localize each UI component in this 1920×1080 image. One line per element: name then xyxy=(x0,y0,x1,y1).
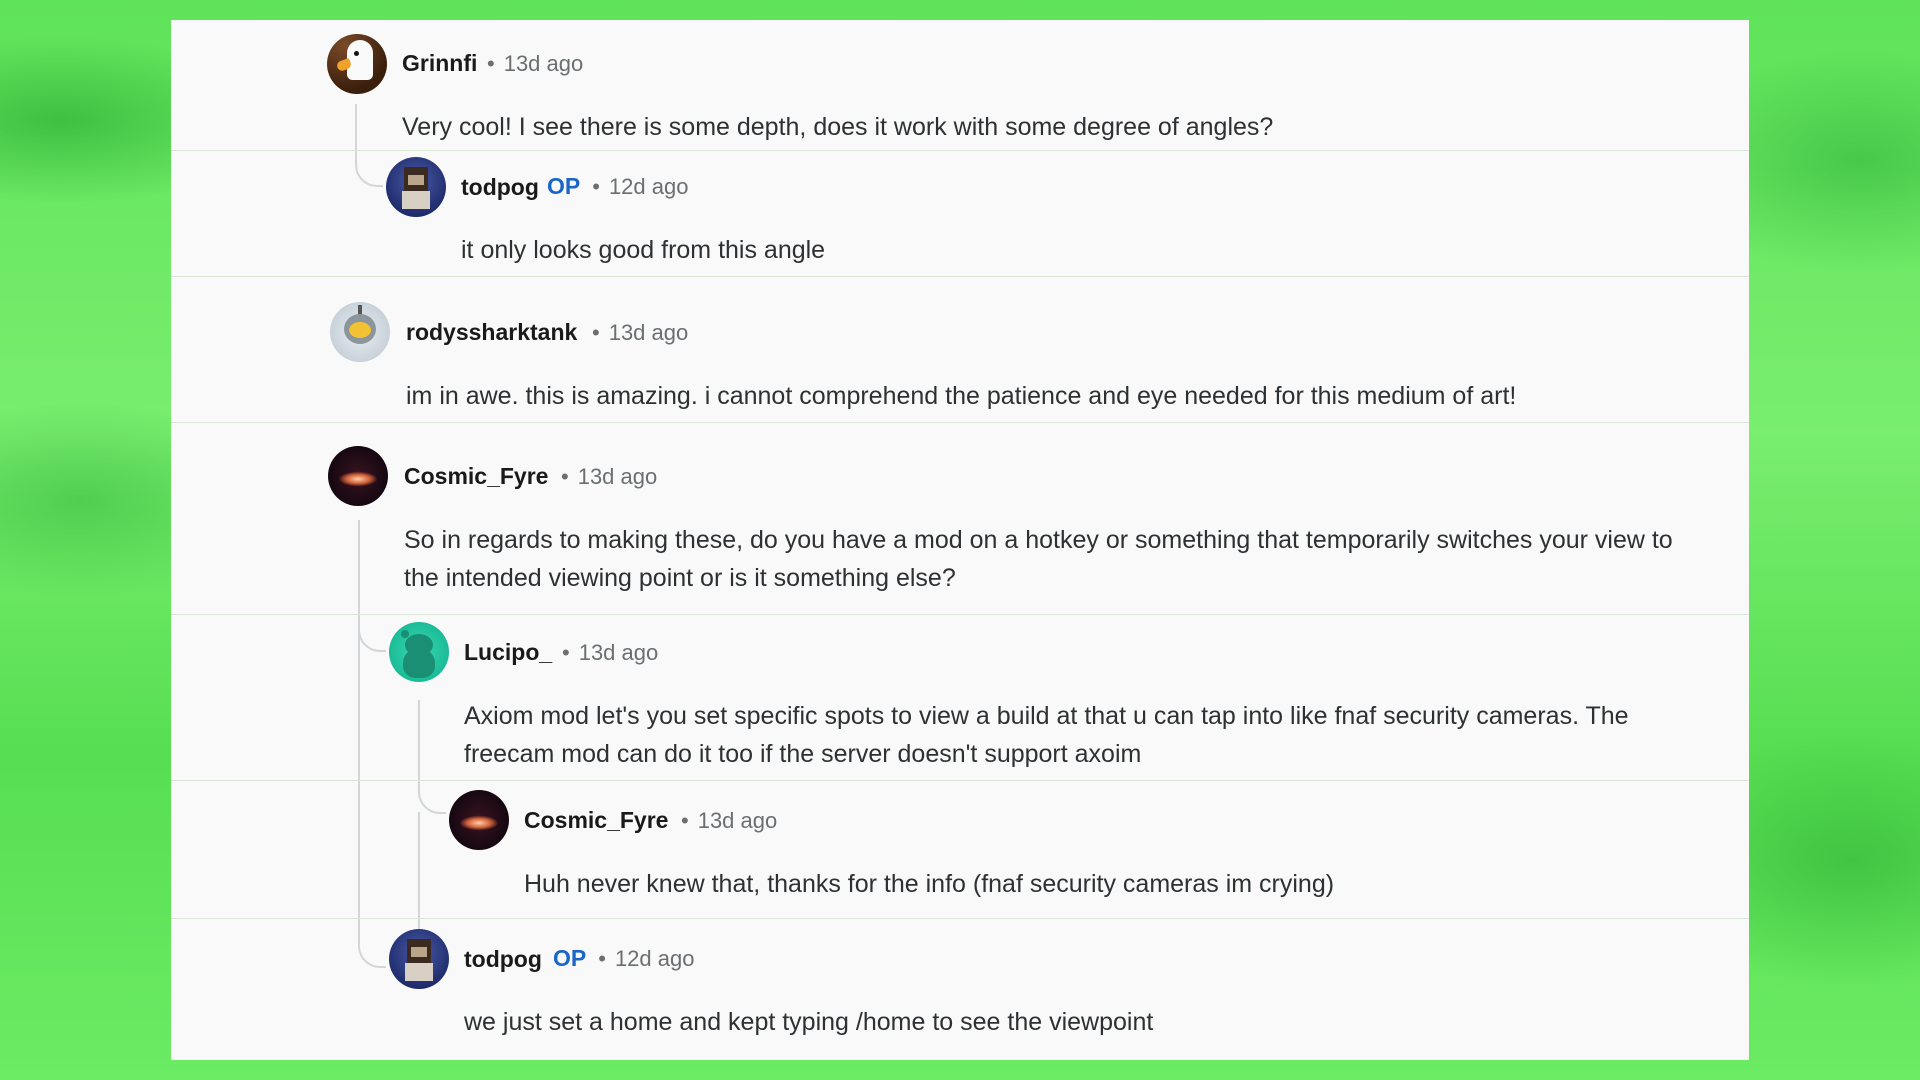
meta-separator: • xyxy=(487,51,495,76)
thread-connector xyxy=(358,624,386,652)
avatar[interactable] xyxy=(389,622,449,682)
goose-icon xyxy=(347,40,373,80)
comment-body: Huh never knew that, thanks for the info… xyxy=(524,870,1335,898)
comment-author[interactable]: Grinnfi xyxy=(402,50,477,77)
comment-author[interactable]: Cosmic_Fyre xyxy=(404,463,548,490)
comment-meta: • 13d ago xyxy=(681,808,777,834)
comment-meta: • 13d ago xyxy=(592,320,688,346)
op-badge: OP xyxy=(547,173,581,199)
meta-separator: • xyxy=(592,320,600,345)
avatar[interactable] xyxy=(386,157,446,217)
divider xyxy=(171,614,1749,615)
divider xyxy=(171,918,1749,919)
thread-line[interactable] xyxy=(418,812,420,940)
meta-separator: • xyxy=(592,174,600,199)
comment-author[interactable]: rodyssharktank xyxy=(406,319,577,346)
comment-author[interactable]: Cosmic_Fyre xyxy=(524,807,668,834)
thread-connector xyxy=(358,940,386,968)
thread-connector xyxy=(355,159,383,187)
comment-body: Very cool! I see there is some depth, do… xyxy=(402,113,1274,141)
divider xyxy=(171,150,1749,151)
avatar[interactable] xyxy=(327,34,387,94)
comment-timestamp[interactable]: 12d ago xyxy=(615,946,695,971)
divider xyxy=(171,422,1749,423)
comment-body: it only looks good from this angle xyxy=(461,236,826,264)
divider xyxy=(171,276,1749,277)
meta-separator: • xyxy=(561,464,569,489)
comment-thread: Grinnfi • 13d ago Very cool! I see there … xyxy=(171,20,1749,1060)
comment-timestamp[interactable]: 13d ago xyxy=(579,640,659,665)
comment-timestamp[interactable]: 13d ago xyxy=(698,808,778,833)
comment-body: im in awe. this is amazing. i cannot com… xyxy=(406,382,1517,410)
comment-meta: • 13d ago xyxy=(561,464,657,490)
comment-meta: • 13d ago xyxy=(562,640,658,666)
comment-body: So in regards to making these, do you ha… xyxy=(404,526,1673,592)
avatar[interactable] xyxy=(389,929,449,989)
comment-body: Axiom mod let's you set specific spots t… xyxy=(464,702,1629,768)
thread-line[interactable] xyxy=(418,700,420,786)
op-badge: OP xyxy=(553,945,587,971)
comment-timestamp[interactable]: 13d ago xyxy=(609,320,689,345)
meta-separator: • xyxy=(598,946,606,971)
avatar[interactable] xyxy=(449,790,509,850)
comment-author[interactable]: todpog xyxy=(464,946,542,973)
comment-timestamp[interactable]: 13d ago xyxy=(504,51,584,76)
meta-separator: • xyxy=(562,640,570,665)
comment-timestamp[interactable]: 12d ago xyxy=(609,174,689,199)
comment-meta: OP • 12d ago xyxy=(553,945,694,972)
comment-body: we just set a home and kept typing /home… xyxy=(464,1008,1154,1036)
avatar[interactable] xyxy=(330,302,390,362)
divider xyxy=(171,780,1749,781)
comment-timestamp[interactable]: 13d ago xyxy=(578,464,658,489)
thread-connector xyxy=(418,786,446,814)
comment-author[interactable]: todpog xyxy=(461,174,539,201)
meta-separator: • xyxy=(681,808,689,833)
thread-line[interactable] xyxy=(358,520,360,940)
comment-meta: • 13d ago xyxy=(487,51,583,77)
avatar[interactable] xyxy=(328,446,388,506)
comment-meta: OP • 12d ago xyxy=(547,173,688,200)
comment-author[interactable]: Lucipo_ xyxy=(464,639,552,666)
